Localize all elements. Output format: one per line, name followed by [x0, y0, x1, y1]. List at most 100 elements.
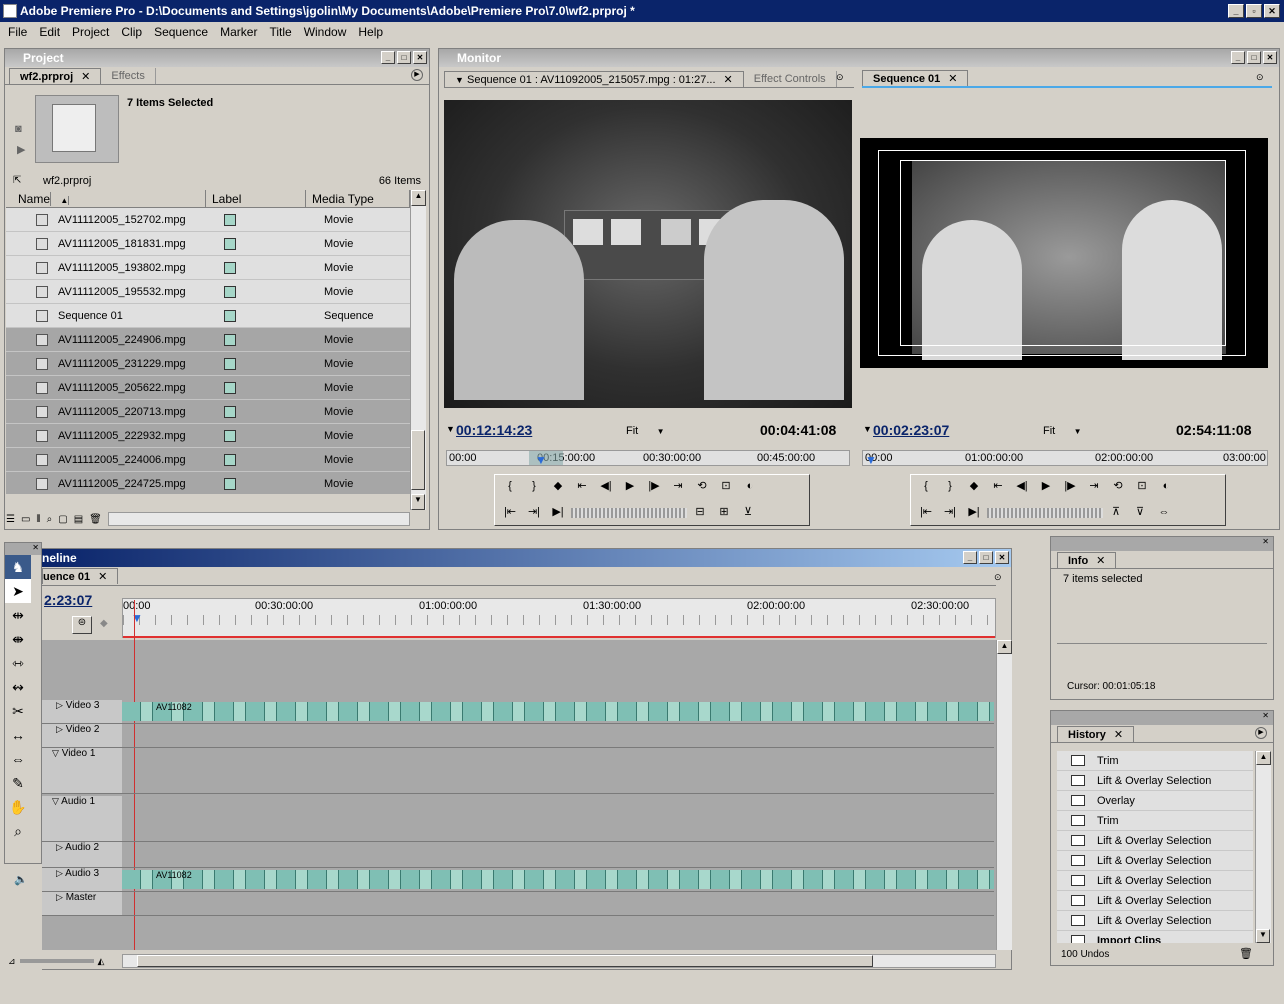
marker-icon[interactable]: ◆: [547, 477, 569, 497]
safe-margins-icon[interactable]: ⊡: [715, 477, 737, 497]
set-out-icon[interactable]: }: [939, 477, 961, 497]
playhead-icon[interactable]: ▼: [131, 611, 143, 625]
label-color-swatch[interactable]: [224, 357, 236, 370]
menu-project[interactable]: Project: [66, 25, 115, 39]
dropdown-icon[interactable]: ▼: [455, 75, 464, 85]
track-audio-1[interactable]: ▽ Audio 1: [42, 796, 994, 842]
history-item[interactable]: Trim: [1057, 811, 1253, 831]
history-item[interactable]: Lift & Overlay Selection: [1057, 891, 1253, 911]
label-color-swatch[interactable]: [224, 213, 236, 226]
program-current-timecode[interactable]: 00:02:23:07: [873, 422, 949, 438]
track-video-3[interactable]: ▷ Video 3 AV11082: [42, 700, 994, 724]
source-current-timecode[interactable]: 00:12:14:23: [456, 422, 532, 438]
panel-menu-icon[interactable]: ▶: [411, 69, 423, 81]
expand-icon[interactable]: ▷: [56, 724, 63, 734]
menu-marker[interactable]: Marker: [214, 25, 263, 39]
ripple-edit-tool-icon[interactable]: ⇼: [5, 627, 31, 651]
hand-tool-icon[interactable]: ✋: [5, 795, 31, 819]
tab-program[interactable]: Sequence 01 ✕: [862, 70, 969, 86]
source-zoom-select[interactable]: Fit ▼: [626, 425, 665, 437]
go-to-next-icon[interactable]: ⇥|: [939, 503, 961, 523]
extract-icon[interactable]: ⊽: [1129, 503, 1151, 523]
project-item-row[interactable]: AV11112005_224725.mpg Movie: [6, 472, 410, 494]
razor-tool-icon[interactable]: ✂: [5, 699, 31, 723]
tab-close-icon[interactable]: ✕: [948, 73, 957, 85]
find-icon[interactable]: ⌕: [47, 514, 53, 525]
menu-help[interactable]: Help: [352, 25, 389, 39]
label-color-swatch[interactable]: [224, 453, 236, 466]
go-to-out-icon[interactable]: ⇥: [1083, 477, 1105, 497]
expand-icon[interactable]: ▷: [56, 842, 63, 852]
camera-icon[interactable]: ◙: [15, 123, 22, 135]
playhead-icon[interactable]: ▼: [865, 453, 877, 467]
scroll-down-icon[interactable]: ▼: [411, 494, 425, 510]
menu-file[interactable]: File: [2, 25, 33, 39]
set-in-icon[interactable]: {: [915, 477, 937, 497]
step-back-icon[interactable]: ◀|: [1011, 477, 1033, 497]
history-item[interactable]: Lift & Overlay Selection: [1057, 831, 1253, 851]
tab-close-icon[interactable]: ✕: [81, 71, 90, 83]
horizontal-scrollbar[interactable]: [107, 512, 410, 526]
history-item[interactable]: Lift & Overlay Selection: [1057, 851, 1253, 871]
rate-stretch-tool-icon[interactable]: ↭: [5, 675, 31, 699]
play-thumbnail-icon[interactable]: ▶: [17, 143, 25, 156]
timeline-horizontal-scrollbar[interactable]: [122, 954, 996, 968]
history-item[interactable]: Trim: [1057, 751, 1253, 771]
program-zoom-select[interactable]: Fit ▼: [1043, 425, 1082, 437]
project-item-row[interactable]: AV11112005_224006.mpg Movie: [6, 448, 410, 472]
close-button[interactable]: ✕: [1264, 4, 1280, 18]
overlay-icon[interactable]: ⊞: [713, 503, 735, 523]
trim-icon[interactable]: ⇔: [1153, 503, 1175, 523]
history-item[interactable]: Lift & Overlay Selection: [1057, 911, 1253, 931]
go-to-prev-icon[interactable]: |⇤: [915, 503, 937, 523]
minimize-button[interactable]: _: [1228, 4, 1244, 18]
history-close-icon[interactable]: ✕: [1051, 711, 1273, 725]
zoom-slider[interactable]: [19, 959, 94, 963]
folder-up-icon[interactable]: ⇱: [13, 175, 21, 186]
timeline-minimize-button[interactable]: _: [963, 551, 977, 564]
label-color-swatch[interactable]: [224, 477, 236, 490]
loop-icon[interactable]: ⟲: [691, 477, 713, 497]
safe-margins-icon[interactable]: ⊡: [1131, 477, 1153, 497]
play-in-out-icon[interactable]: ▶|: [547, 503, 569, 523]
play-in-out-icon[interactable]: ▶|: [963, 503, 985, 523]
loop-icon[interactable]: ⟲: [1107, 477, 1129, 497]
menu-title[interactable]: Title: [263, 25, 297, 39]
icon-view-icon[interactable]: ▭: [21, 514, 30, 525]
insert-icon[interactable]: ⊟: [689, 503, 711, 523]
source-time-ruler[interactable]: 00:00 00:15:00:00 00:30:00:00 00:45:00:0…: [446, 450, 850, 467]
trash-icon[interactable]: 🗑: [1239, 947, 1253, 960]
playhead-icon[interactable]: ▼: [535, 453, 547, 467]
zoom-out-icon[interactable]: ⊿: [8, 956, 16, 967]
program-time-ruler[interactable]: 00:00 01:00:00:00 02:00:00:00 03:00:00 ▼: [862, 450, 1268, 467]
label-color-swatch[interactable]: [224, 333, 236, 346]
monitor-maximize-button[interactable]: □: [1247, 51, 1261, 64]
label-color-swatch[interactable]: [224, 381, 236, 394]
jog-shuttle[interactable]: [571, 508, 687, 518]
tab-info[interactable]: Info ✕: [1057, 552, 1117, 568]
track-video-2[interactable]: ▷ Video 2: [42, 724, 994, 748]
history-item[interactable]: Lift & Overlay Selection: [1057, 871, 1253, 891]
tab-close-icon[interactable]: ✕: [1096, 555, 1105, 567]
track-audio-2[interactable]: ▷ Audio 2: [42, 842, 994, 868]
track-video-1[interactable]: ▽ Video 1: [42, 748, 994, 794]
output-icon[interactable]: ◐: [1155, 477, 1177, 497]
timeline-panel-menu-icon[interactable]: ⊙: [994, 572, 1002, 583]
label-color-swatch[interactable]: [224, 429, 236, 442]
go-to-next-icon[interactable]: ⇥|: [523, 503, 545, 523]
timeline-current-timecode[interactable]: 2:23:07: [44, 592, 92, 608]
collapse-icon[interactable]: ▽: [52, 796, 59, 806]
history-item[interactable]: Lift & Overlay Selection: [1057, 771, 1253, 791]
track-master[interactable]: ▷ Master: [42, 892, 994, 916]
set-marker-icon[interactable]: ◆: [100, 618, 108, 629]
step-back-icon[interactable]: ◀|: [595, 477, 617, 497]
timeline-vertical-scrollbar[interactable]: ▲: [996, 640, 1012, 950]
timeline-ruler[interactable]: 00:00 00:30:00:00 01:00:00:00 01:30:00:0…: [122, 598, 996, 638]
tab-effect-controls[interactable]: Effect Controls: [744, 71, 837, 87]
lift-icon[interactable]: ⊼: [1105, 503, 1127, 523]
timeline-close-button[interactable]: ✕: [995, 551, 1009, 564]
project-item-row[interactable]: Sequence 01 Sequence: [6, 304, 410, 328]
column-name[interactable]: Name ▲: [6, 190, 206, 207]
column-media-type[interactable]: Media Type: [306, 190, 410, 207]
project-item-row[interactable]: AV11112005_195532.mpg Movie: [6, 280, 410, 304]
